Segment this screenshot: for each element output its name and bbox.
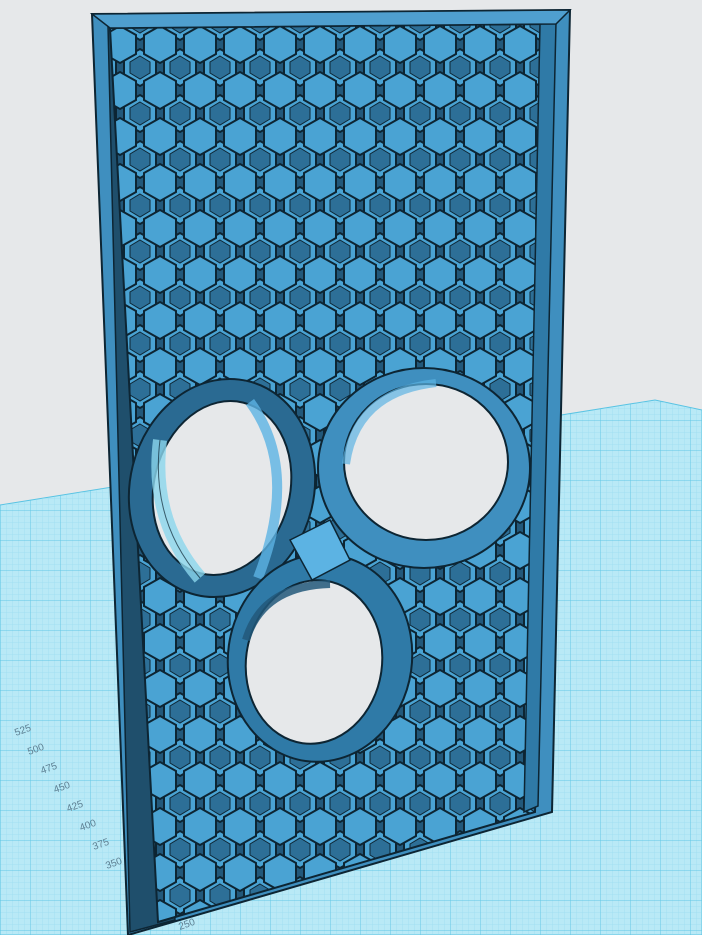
3d-scene[interactable]: 525500475450425400375350 250 (0, 0, 702, 935)
honeycomb-panel-model[interactable] (89, 8, 572, 935)
ring-cutout-upper-right[interactable] (317, 367, 531, 569)
3d-viewport[interactable]: 525 500 475 450 425 400 375 350 250 (0, 0, 702, 935)
